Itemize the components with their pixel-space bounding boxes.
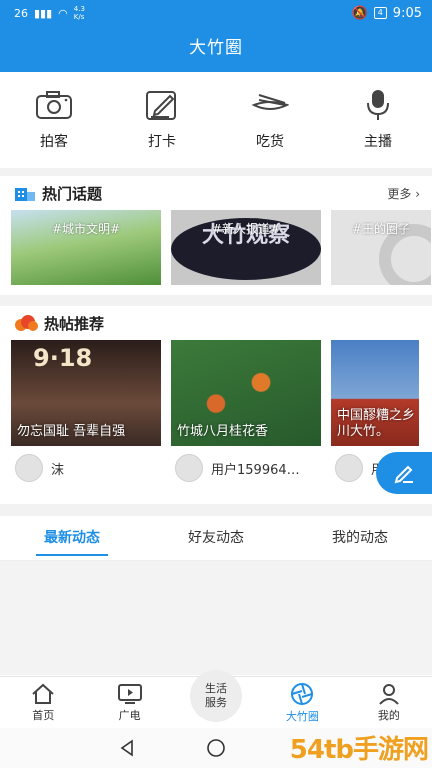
- app-header: 26 ▮▮▮ ◠ 4.3 K/s 🔕 4 9:05 大竹圈: [0, 0, 432, 72]
- avatar: [175, 454, 203, 482]
- watermark-text: 54tb手游网: [289, 735, 429, 765]
- wifi-icon: ◠: [58, 6, 68, 20]
- quick-action-chihuo[interactable]: 吃货: [216, 72, 324, 168]
- more-topics-link[interactable]: 更多 ›: [387, 185, 420, 202]
- camera-icon: [36, 91, 72, 119]
- feed-list: [0, 561, 432, 675]
- microphone-icon: [367, 90, 389, 120]
- section-title: 热门话题: [42, 184, 103, 203]
- post-cover-text: 9·18: [33, 344, 93, 372]
- tab-mine[interactable]: 我的动态: [288, 516, 432, 560]
- hot-posts-section: 热帖推荐 9·18 勿忘国耻 吾辈自强 沫 竹城八月桂花香 用户159964…: [0, 306, 432, 504]
- quick-actions: 拍客 打卡 吃货 主播: [0, 72, 432, 168]
- food-icon: [251, 94, 289, 110]
- aperture-icon: [291, 682, 314, 705]
- post-username: 用户159964…: [211, 462, 300, 478]
- signal-icon: ▮▮▮: [34, 6, 53, 20]
- nav-circle[interactable]: 大竹圈: [259, 677, 345, 728]
- status-bar: 26 ▮▮▮ ◠ 4.3 K/s 🔕 4 9:05: [0, 0, 432, 26]
- home-circle-icon[interactable]: [206, 738, 226, 758]
- compose-button[interactable]: [376, 452, 432, 494]
- topic-label: #城市文明#: [51, 222, 121, 236]
- post-card[interactable]: 9·18 勿忘国耻 吾辈自强 沫: [11, 340, 161, 490]
- topic-label: #王的圈子: [351, 222, 411, 236]
- feed-section: 最新动态 好友动态 我的动态: [0, 516, 432, 676]
- clock: 9:05: [392, 5, 422, 21]
- mute-icon: 🔕: [351, 5, 368, 21]
- tv-icon: [117, 683, 142, 704]
- nav-tv[interactable]: 广电: [86, 677, 172, 728]
- quick-action-label: 打卡: [148, 134, 176, 150]
- quick-action-paike[interactable]: 拍客: [0, 72, 108, 168]
- post-caption: 勿忘国耻 吾辈自强: [17, 424, 126, 439]
- home-icon: [32, 683, 54, 704]
- page-title: 大竹圈: [189, 38, 243, 58]
- quick-action-label: 拍客: [40, 134, 68, 150]
- topic-card[interactable]: 大竹观察 #新人报道#: [171, 210, 321, 285]
- battery-indicator: 4: [373, 7, 387, 19]
- quick-action-label: 吃货: [256, 134, 284, 150]
- post-caption: 中国醪糟之乡 川大竹。: [337, 408, 416, 439]
- topic-card[interactable]: #王的圈子: [331, 210, 431, 285]
- building-icon: [15, 188, 35, 201]
- nav-mine[interactable]: 我的: [346, 677, 432, 728]
- cloud-icon: [15, 315, 38, 331]
- post-image: 中国醪糟之乡 川大竹。: [331, 340, 419, 446]
- checkin-icon: [146, 91, 176, 120]
- nav-home[interactable]: 首页: [0, 677, 86, 728]
- quick-action-daka[interactable]: 打卡: [108, 72, 216, 168]
- nav-life-service[interactable]: 生活 服务: [190, 669, 243, 722]
- section-title: 热帖推荐: [44, 314, 105, 333]
- pencil-icon: [394, 465, 413, 484]
- avatar: [335, 454, 363, 482]
- post-image: 竹城八月桂花香: [171, 340, 321, 446]
- back-icon[interactable]: [118, 739, 136, 757]
- user-icon: [379, 683, 399, 705]
- quick-action-label: 主播: [364, 134, 392, 150]
- tab-friends[interactable]: 好友动态: [144, 516, 288, 560]
- post-caption: 竹城八月桂花香: [177, 424, 269, 439]
- post-username: 沫: [51, 462, 65, 478]
- chevron-right-icon: ›: [415, 186, 420, 201]
- post-image: 9·18 勿忘国耻 吾辈自强: [11, 340, 161, 446]
- tab-latest[interactable]: 最新动态: [0, 516, 144, 560]
- topic-label: #新人报道#: [211, 222, 281, 236]
- hot-topics-section: 热门话题 更多 › #城市文明# 大竹观察 #新人报道# #王的圈子: [0, 176, 432, 295]
- avatar: [15, 454, 43, 482]
- bottom-nav: 首页 广电 生活 服务 大竹圈 我的: [0, 669, 432, 728]
- quick-action-zhubo[interactable]: 主播: [324, 72, 432, 168]
- signal-indicator: 26: [14, 6, 28, 20]
- topic-card[interactable]: #城市文明#: [11, 210, 161, 285]
- network-speed: 4.3 K/s: [73, 5, 85, 21]
- post-card[interactable]: 竹城八月桂花香 用户159964…: [171, 340, 321, 490]
